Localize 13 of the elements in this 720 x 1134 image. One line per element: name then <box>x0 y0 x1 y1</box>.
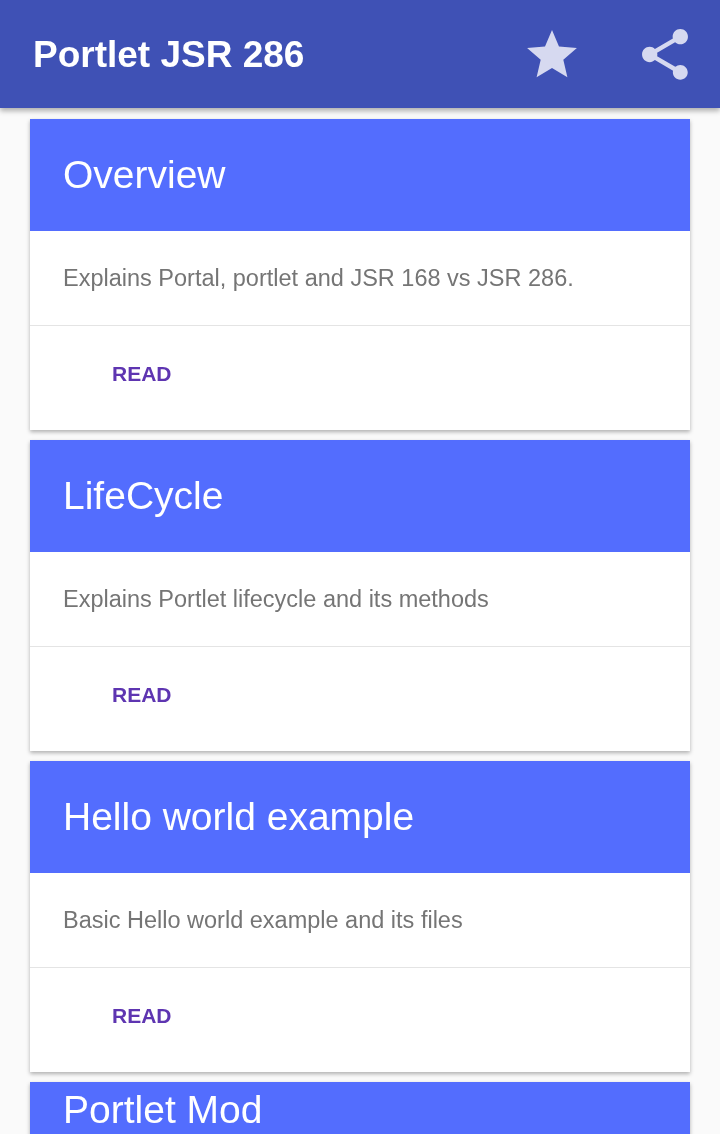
card-title: Portlet Mod <box>63 1090 263 1129</box>
read-button[interactable]: READ <box>96 673 188 715</box>
card-description: Explains Portlet lifecycle and its methods <box>63 584 489 614</box>
card-title: Overview <box>63 151 226 198</box>
read-button[interactable]: READ <box>96 994 188 1036</box>
star-icon[interactable] <box>527 30 577 78</box>
share-icon[interactable] <box>642 28 688 80</box>
card-description: Explains Portal, portlet and JSR 168 vs JSR 286. <box>63 263 574 293</box>
app-title: Portlet JSR 286 <box>33 35 305 73</box>
card-title: LifeCycle <box>63 472 224 519</box>
card-title: Hello world example <box>63 793 415 840</box>
card-description: Basic Hello world example and its files <box>63 905 463 935</box>
read-button[interactable]: READ <box>96 352 188 394</box>
